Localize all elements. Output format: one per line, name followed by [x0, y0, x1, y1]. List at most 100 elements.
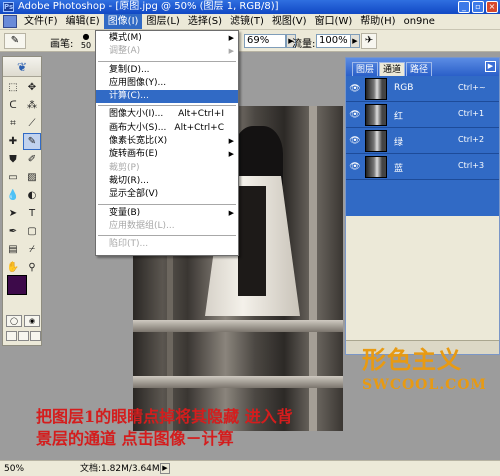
crop-tool-icon[interactable]: ⌗ [4, 115, 22, 132]
menu-item-label: 复制(D)... [109, 64, 150, 75]
full-screen-menu-icon[interactable] [18, 331, 29, 341]
feather-icon[interactable]: ❦ [3, 57, 41, 77]
submenu-arrow-icon: ▶ [228, 137, 234, 146]
move-tool-icon[interactable]: ✥ [23, 79, 41, 96]
gradient-tool-icon[interactable]: ▨ [23, 169, 41, 186]
image-menu-item[interactable]: 画布大小(S)... Alt+Ctrl+C [96, 122, 238, 135]
menu-filter[interactable]: 滤镜(T) [226, 14, 268, 29]
opacity-input[interactable]: 69% [244, 34, 286, 48]
photoshop-app-icon: Ps [3, 2, 14, 12]
flow-label: 流量: [292, 39, 316, 50]
submenu-arrow-icon: ▶ [228, 208, 234, 217]
color-swatches [7, 275, 39, 305]
channel-row-rgb[interactable]: 👁 RGB Ctrl+~ [346, 76, 499, 102]
panel-tabs: 图层 通道 路径 [346, 58, 499, 76]
lasso-tool-icon[interactable]: ᑕ [4, 97, 22, 114]
image-menu-item[interactable]: 计算(C)... [96, 90, 238, 104]
maximize-button[interactable]: ▫ [472, 1, 484, 13]
menu-help[interactable]: 帮助(H) [356, 14, 399, 29]
image-menu-item[interactable]: 模式(M) ▶ [96, 32, 238, 45]
magic-wand-tool-icon[interactable]: ⁂ [23, 97, 41, 114]
status-menu-icon[interactable]: ▶ [160, 463, 170, 474]
channel-thumbnail [365, 156, 387, 178]
watermark-en: SWCOOL.COM [362, 377, 487, 393]
brush-tool-preset-icon[interactable]: ✎ [4, 33, 26, 49]
menu-view[interactable]: 视图(V) [268, 14, 311, 29]
image-menu-item[interactable]: 裁切(R)... [96, 175, 238, 188]
dodge-tool-icon[interactable]: ◐ [23, 187, 41, 204]
type-tool-icon[interactable]: T [23, 205, 41, 222]
channel-row-blue[interactable]: 👁 蓝 Ctrl+3 [346, 154, 499, 180]
brush-tool-icon[interactable]: ✎ [23, 133, 41, 150]
channel-shortcut: Ctrl+3 [458, 161, 485, 170]
history-brush-tool-icon[interactable]: ✐ [23, 151, 41, 168]
tutorial-caption: 把图层1的眼睛点掉将其隐藏 进入背 景层的通道 点击图像－计算 [36, 406, 476, 450]
eye-icon[interactable]: 👁 [349, 135, 361, 147]
menu-item-label: 计算(C)... [109, 91, 149, 102]
menu-layer[interactable]: 图层(L) [142, 14, 183, 29]
channel-shortcut: Ctrl+2 [458, 135, 485, 144]
notes-tool-icon[interactable]: ▤ [4, 241, 22, 258]
image-menu-item[interactable]: 图像大小(I)... Alt+Ctrl+I [96, 108, 238, 121]
close-button[interactable]: × [486, 1, 498, 13]
window-title: Adobe Photoshop - [原图.jpg @ 50% (图层 1, R… [18, 1, 279, 12]
menu-item-label: 应用图像(Y)... [109, 77, 167, 88]
image-menu-item: 裁剪(P) [96, 162, 238, 175]
clone-stamp-tool-icon[interactable]: ⛊ [4, 151, 22, 168]
standard-screen-icon[interactable] [6, 331, 17, 341]
eye-icon[interactable]: 👁 [349, 109, 361, 121]
menu-item-label: 陷印(T)... [109, 239, 149, 250]
airbrush-icon[interactable]: ✈ [361, 33, 377, 49]
document-icon[interactable] [3, 15, 17, 28]
eyedropper-tool-icon[interactable]: ⌿ [23, 241, 41, 258]
image-menu-item[interactable]: 像素长宽比(X) ▶ [96, 135, 238, 148]
channel-row-red[interactable]: 👁 红 Ctrl+1 [346, 102, 499, 128]
channel-row-green[interactable]: 👁 绿 Ctrl+2 [346, 128, 499, 154]
shape-tool-icon[interactable]: ▢ [23, 223, 41, 240]
channel-shortcut: Ctrl+1 [458, 109, 485, 118]
image-menu-item[interactable]: 变量(B) ▶ [96, 207, 238, 220]
channel-thumbnail [365, 78, 387, 100]
flow-input[interactable]: 100% [316, 34, 352, 48]
submenu-arrow-icon: ▶ [228, 34, 234, 42]
hand-tool-icon[interactable]: ✋ [4, 259, 22, 276]
full-screen-icon[interactable] [30, 331, 41, 341]
menu-image[interactable]: 图像(I) [103, 14, 143, 29]
eye-icon[interactable]: 👁 [349, 161, 361, 173]
status-doc-size: 文档:1.82M/3.64M [80, 464, 160, 474]
image-menu-item[interactable]: 显示全部(V) [96, 188, 238, 201]
status-zoom[interactable]: 50% [4, 462, 24, 476]
blur-tool-icon[interactable]: 💧 [4, 187, 22, 204]
tab-layers[interactable]: 图层 [352, 62, 379, 76]
menu-select[interactable]: 选择(S) [184, 14, 226, 29]
channel-name: 红 [394, 112, 404, 122]
menu-file[interactable]: 文件(F) [20, 14, 62, 29]
quick-mask-mode-icon[interactable]: ◉ [24, 315, 40, 327]
tab-channels[interactable]: 通道 [379, 62, 406, 76]
standard-mode-icon[interactable]: ◯ [6, 315, 22, 327]
image-menu-item[interactable]: 旋转画布(E) ▶ [96, 148, 238, 161]
menu-window[interactable]: 窗口(W) [311, 14, 357, 29]
zoom-tool-icon[interactable]: ⚲ [23, 259, 41, 276]
slice-tool-icon[interactable]: ⟋ [23, 115, 41, 132]
panel-menu-icon[interactable]: ▶ [485, 61, 496, 72]
path-selection-tool-icon[interactable]: ➤ [4, 205, 22, 222]
menu-edit[interactable]: 编辑(E) [62, 14, 104, 29]
tab-paths[interactable]: 路径 [406, 62, 433, 76]
minimize-button[interactable]: _ [458, 1, 470, 13]
menu-item-label: 裁切(R)... [109, 175, 149, 186]
image-menu-item[interactable]: 应用图像(Y)... [96, 77, 238, 90]
menu-extra[interactable]: on9ne [400, 14, 439, 29]
eraser-tool-icon[interactable]: ▭ [4, 169, 22, 186]
caption-line-1: 把图层1的眼睛点掉将其隐藏 进入背 [36, 407, 293, 426]
submenu-arrow-icon: ▶ [228, 150, 234, 159]
menu-item-label: 图像大小(I)... [109, 109, 164, 120]
pen-tool-icon[interactable]: ✒ [4, 223, 22, 240]
flow-dropdown-icon[interactable]: ▶ [350, 34, 360, 48]
brush-preview[interactable]: ● 50 [78, 32, 94, 50]
foreground-color-swatch[interactable] [7, 275, 27, 295]
image-menu-item[interactable]: 复制(D)... [96, 64, 238, 77]
marquee-tool-icon[interactable]: ⬚ [4, 79, 22, 96]
eye-icon[interactable]: 👁 [349, 83, 361, 95]
healing-brush-tool-icon[interactable]: ✚ [4, 133, 22, 150]
